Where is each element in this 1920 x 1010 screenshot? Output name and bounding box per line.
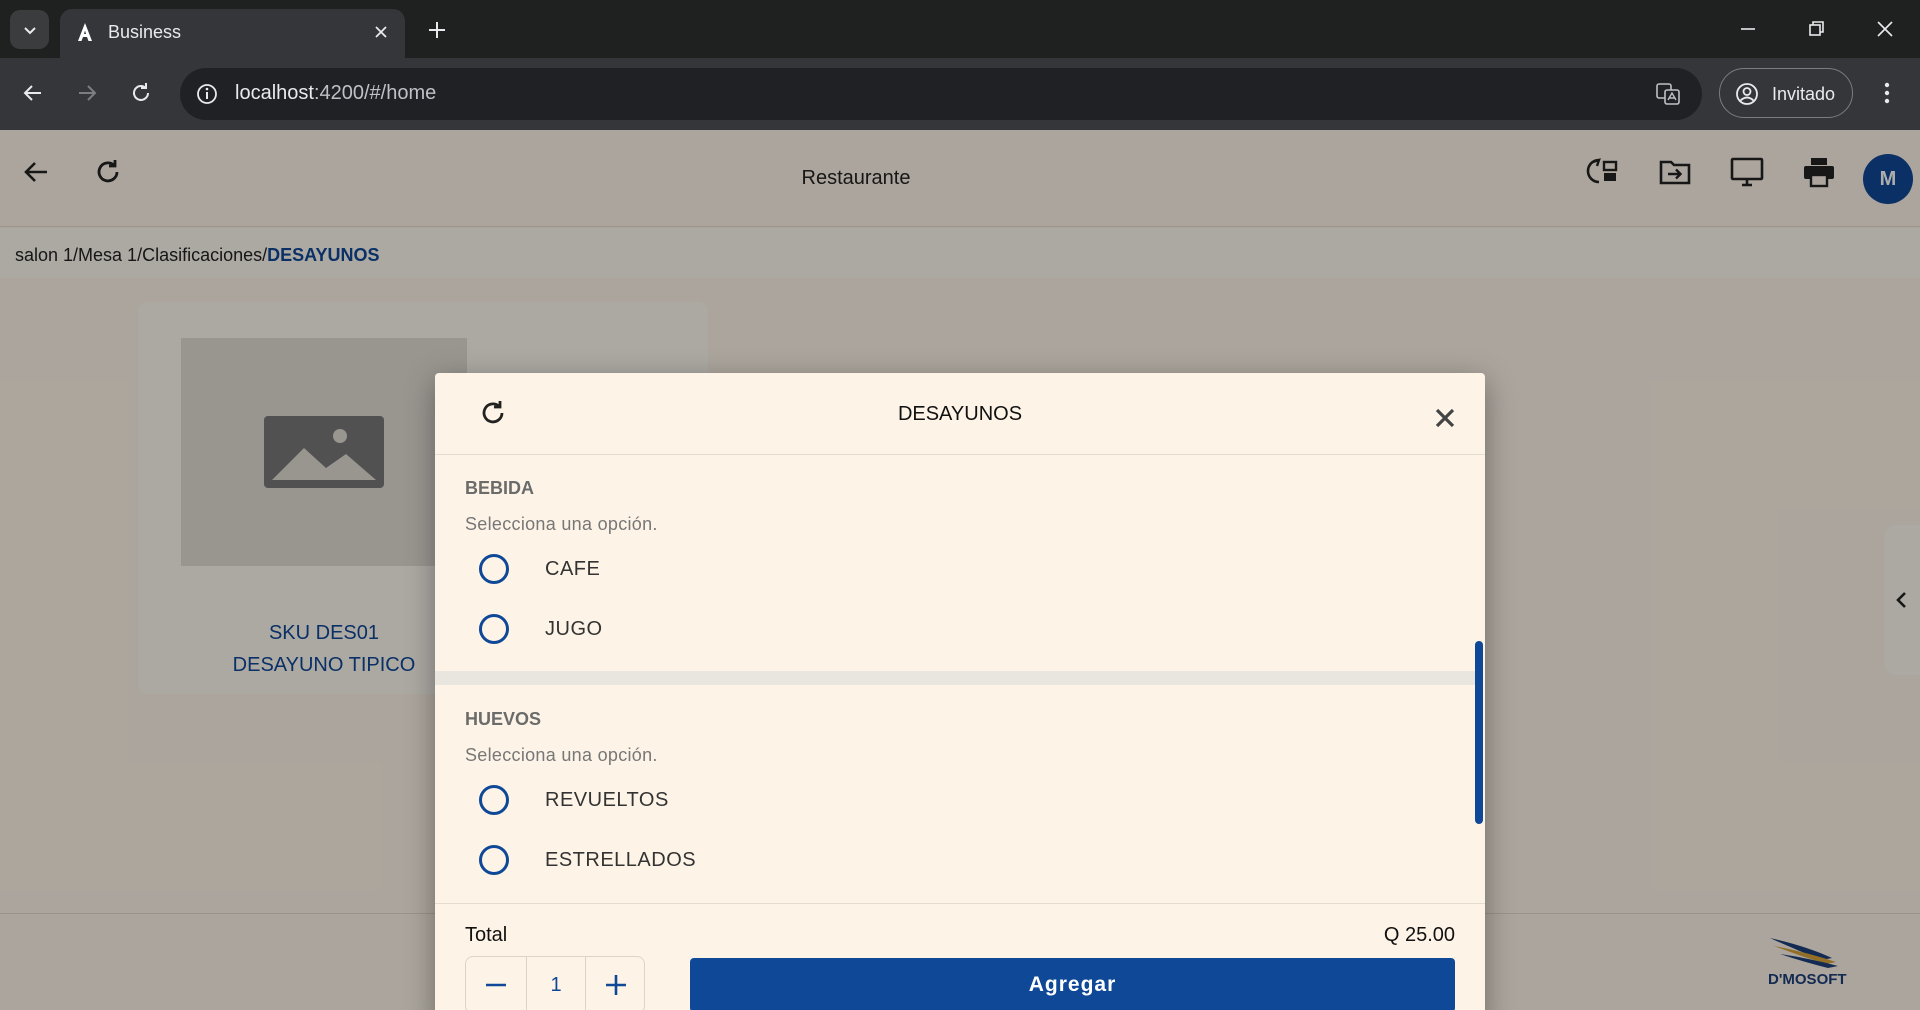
increment-button[interactable] — [586, 957, 646, 1010]
more-vert-icon[interactable] — [1872, 78, 1902, 108]
radio-button[interactable] — [479, 614, 509, 644]
plus-icon — [606, 975, 626, 995]
group-divider — [435, 671, 1475, 685]
translate-icon[interactable] — [1654, 80, 1682, 108]
option-label: REVUELTOS — [545, 789, 669, 811]
browser-toolbar: localhost:4200/#/home Invitado — [0, 58, 1920, 130]
dialog-body: BEBIDA Selecciona una opción. CAFE JUGO … — [435, 456, 1485, 903]
radio-button[interactable] — [479, 845, 509, 875]
arrow-left-icon — [23, 85, 41, 101]
group-title: HUEVOS — [465, 709, 542, 729]
profile-label: Invitado — [1772, 84, 1836, 104]
group-hint: Selecciona una opción. — [465, 514, 658, 534]
total-value: Q 25.00 — [1383, 924, 1455, 946]
close-window-icon[interactable] — [1872, 16, 1898, 42]
new-tab-icon[interactable] — [424, 17, 450, 43]
quantity-stepper: 1 — [465, 956, 645, 1010]
group-title: BEBIDA — [465, 478, 535, 498]
options-dialog: DESAYUNOS BEBIDA Selecciona una opción. … — [435, 373, 1485, 1010]
app-root: Restaurante M salon 1/Mesa 1/Clasificaci… — [0, 130, 1920, 1010]
minimize-icon[interactable] — [1735, 16, 1761, 42]
radio-option[interactable]: JUGO — [479, 608, 879, 648]
add-button[interactable]: Agregar — [690, 958, 1455, 1010]
tab-title: Business — [108, 22, 182, 42]
forward-button[interactable] — [72, 78, 102, 108]
option-label: JUGO — [545, 618, 603, 640]
minus-icon — [486, 983, 506, 987]
close-icon[interactable] — [1433, 406, 1457, 430]
browser-tabbar: Business — [0, 0, 1920, 58]
radio-button[interactable] — [479, 554, 509, 584]
dialog-title: DESAYUNOS — [897, 403, 1023, 425]
option-label: CAFE — [545, 558, 601, 580]
total-label: Total — [465, 924, 508, 946]
group-hint: Selecciona una opción. — [465, 745, 658, 765]
arrow-right-icon — [79, 85, 97, 101]
angular-favicon-icon — [78, 23, 92, 41]
option-group-bebida: BEBIDA Selecciona una opción. CAFE JUGO — [435, 456, 1475, 671]
decrement-button[interactable] — [466, 957, 526, 1010]
dialog-footer: Total Q 25.00 1 Agregar — [435, 903, 1485, 1010]
radio-option[interactable]: ESTRELLADOS — [479, 839, 879, 879]
url-text: localhost:4200/#/home — [235, 82, 437, 104]
close-tab-icon[interactable] — [371, 22, 391, 42]
radio-option[interactable]: REVUELTOS — [479, 779, 879, 819]
quantity-value[interactable]: 1 — [526, 957, 586, 1010]
profile-icon — [1736, 83, 1758, 105]
tab-list-button[interactable] — [10, 10, 49, 49]
dialog-scrollbar[interactable] — [1475, 641, 1483, 824]
dialog-header: DESAYUNOS — [435, 373, 1485, 455]
radio-button[interactable] — [479, 785, 509, 815]
site-info-icon[interactable] — [194, 81, 220, 107]
restore-icon[interactable] — [1803, 16, 1829, 42]
address-bar[interactable]: localhost:4200/#/home — [180, 68, 1702, 120]
profile-button[interactable]: Invitado — [1719, 68, 1853, 118]
reload-button[interactable] — [126, 78, 156, 108]
browser-tab[interactable]: Business — [60, 9, 405, 58]
chevron-down-icon — [23, 26, 36, 34]
radio-option[interactable]: CAFE — [479, 548, 879, 588]
reload-icon — [133, 83, 149, 101]
option-label: ESTRELLADOS — [545, 849, 697, 871]
option-group-huevos: HUEVOS Selecciona una opción. REVUELTOS … — [435, 685, 1475, 903]
back-button[interactable] — [18, 78, 48, 108]
